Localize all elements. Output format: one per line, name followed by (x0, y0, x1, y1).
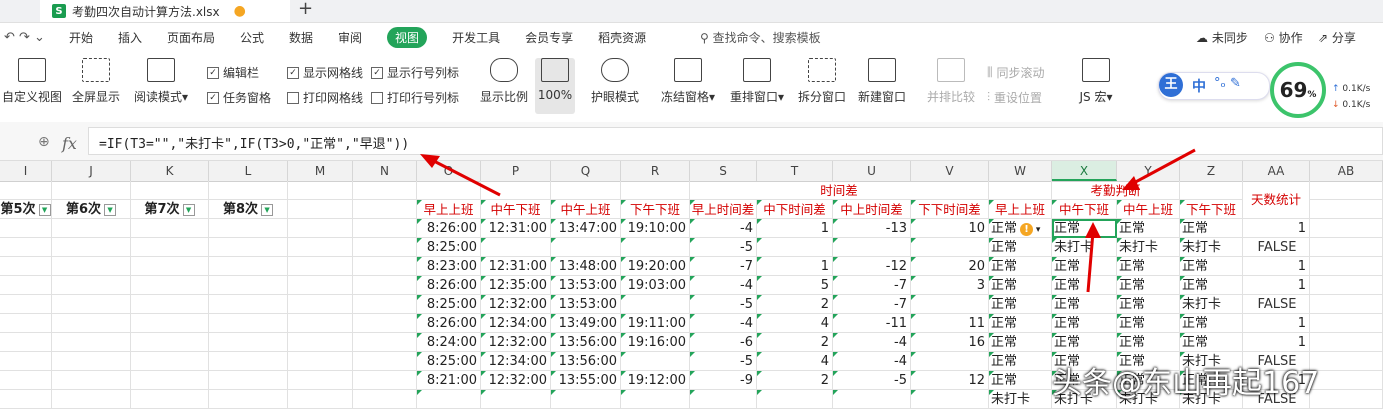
watermark: 头条@东山再起167 (1052, 366, 1320, 401)
arrow-judge-header (1129, 148, 1196, 187)
arrow-cell-head (1085, 222, 1101, 238)
arrow-cell-up (1086, 231, 1095, 293)
arrow-formula (427, 156, 501, 197)
arrow-judge-head (1122, 176, 1140, 190)
annotation-arrows (420, 148, 1196, 293)
